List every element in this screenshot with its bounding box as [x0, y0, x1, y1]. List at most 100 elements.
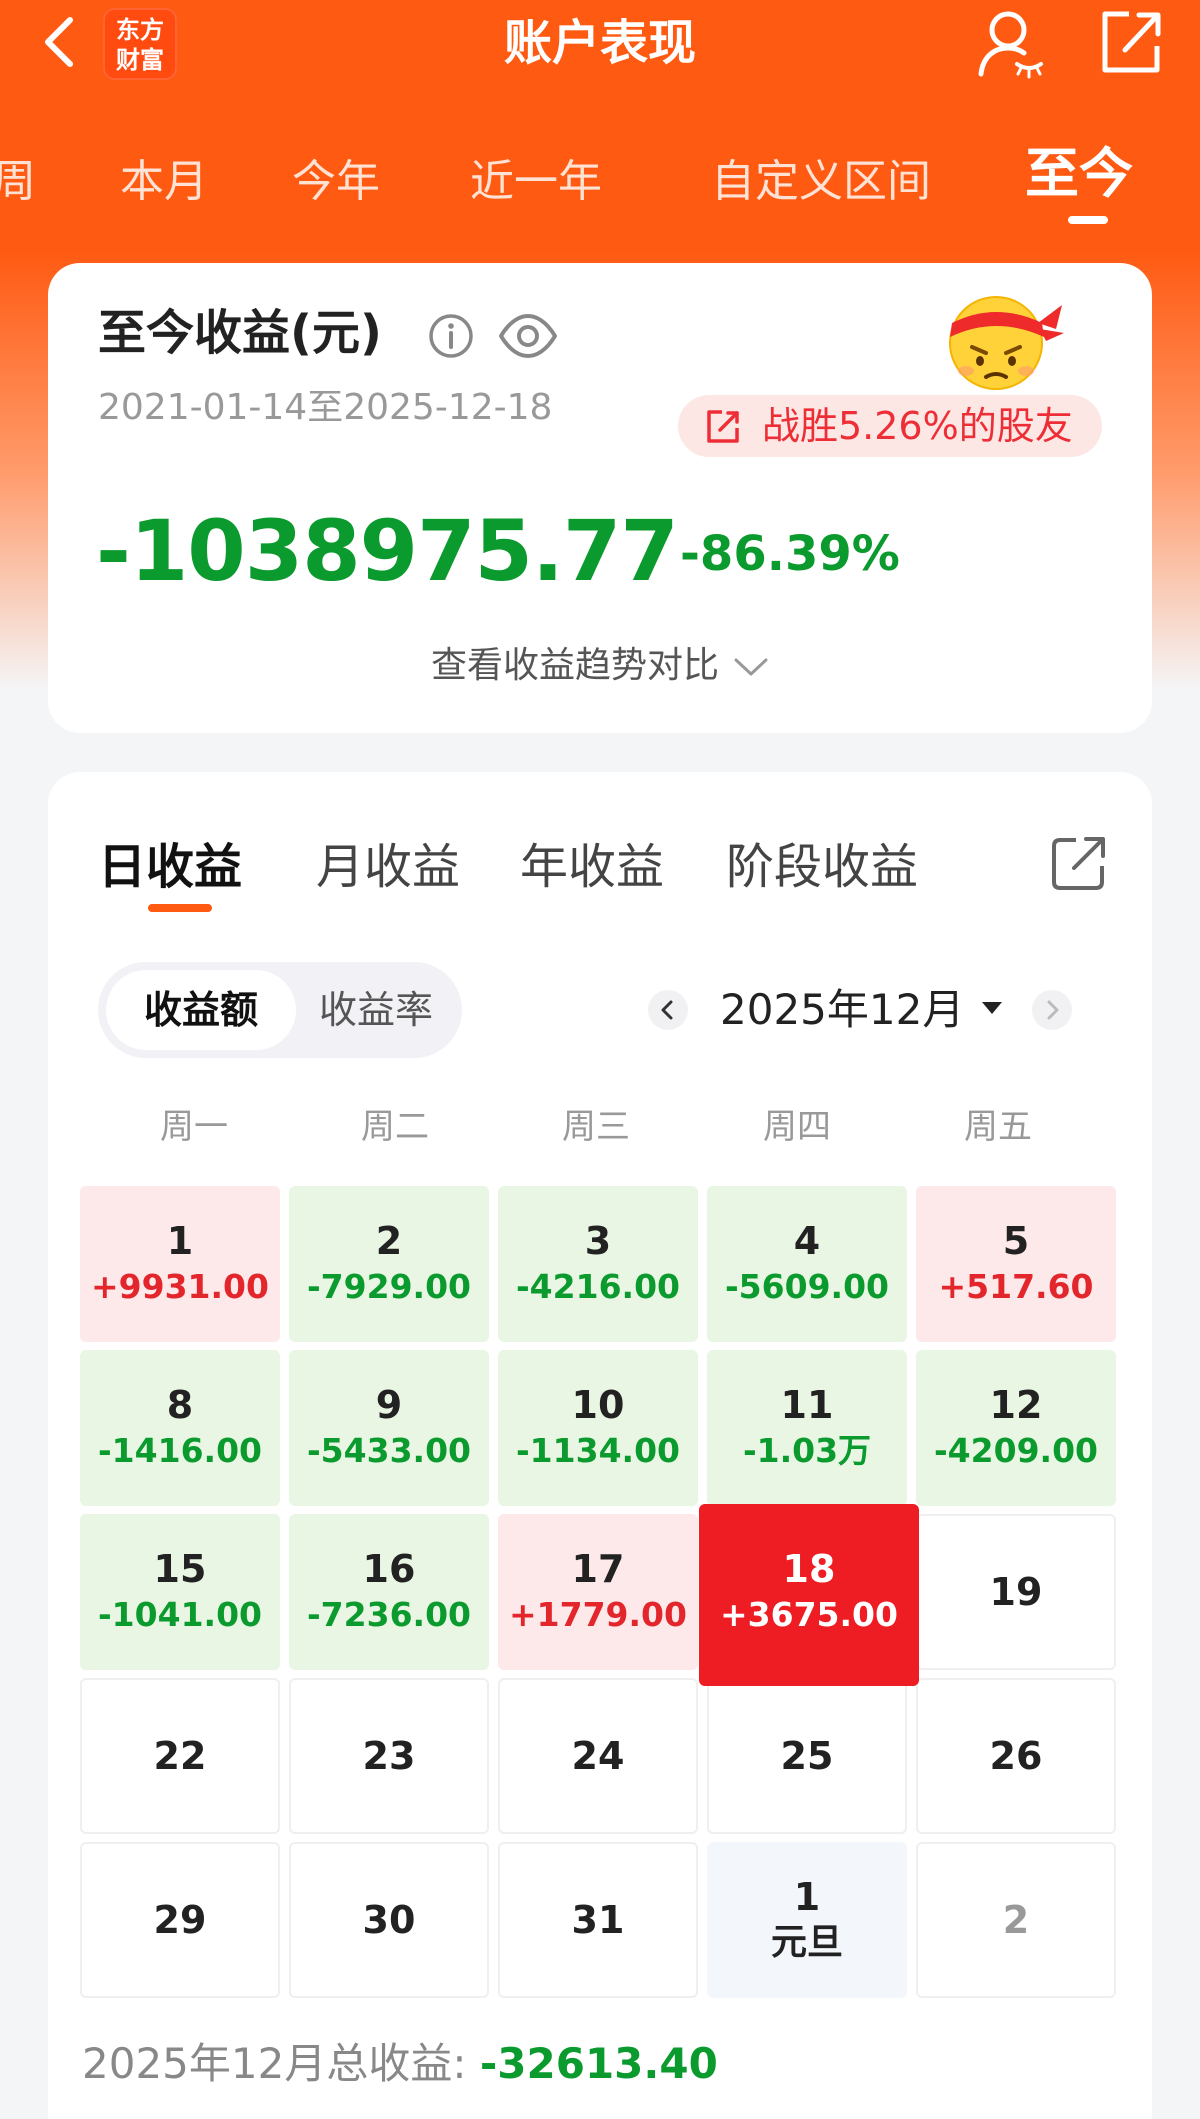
calendar-day-number: 26: [989, 1734, 1043, 1778]
export-button[interactable]: [1048, 832, 1108, 892]
beat-rank-badge[interactable]: 战胜5.26%的股友: [678, 395, 1102, 457]
calendar-day-cell[interactable]: 16 -7236.00: [289, 1514, 489, 1670]
date-range: 2021-01-14至2025-12-18: [98, 387, 553, 428]
calendar-day-cell[interactable]: 11 -1.03万: [707, 1350, 907, 1506]
tab-stage-profit[interactable]: 阶段收益: [726, 832, 918, 902]
calendar-day-cell[interactable]: 25: [707, 1678, 907, 1834]
calendar-day-cell[interactable]: 26: [916, 1678, 1116, 1834]
next-month-button[interactable]: [1032, 990, 1072, 1030]
amount-rate-toggle: 收益额 收益率: [98, 962, 462, 1058]
weekday-header: 周四: [763, 1107, 831, 1147]
calendar-day-cell[interactable]: 18 +3675.00: [699, 1504, 919, 1686]
total-profit-percent: -86.39%: [680, 526, 900, 582]
calendar-day-number: 10: [571, 1383, 625, 1427]
tab-this-month[interactable]: 本月: [120, 152, 208, 212]
calendar-tab-indicator: [148, 904, 212, 912]
calendar-day-number: 12: [989, 1383, 1043, 1427]
calendar-day-profit: -7929.00: [306, 1267, 471, 1306]
calendar-day-profit: -4216.00: [515, 1267, 680, 1306]
user-hidden-icon: [978, 11, 1043, 79]
calendar-day-cell[interactable]: 22: [80, 1678, 280, 1834]
calendar-day-cell[interactable]: 1 元旦: [707, 1842, 907, 1998]
calendar-day-cell[interactable]: 2: [916, 1842, 1116, 1998]
calendar-day-cell[interactable]: 19: [916, 1514, 1116, 1670]
month-selector[interactable]: 2025年12月: [720, 980, 964, 1040]
calendar-day-cell[interactable]: 2 -7929.00: [289, 1186, 489, 1342]
tab-monthly-profit[interactable]: 月收益: [316, 832, 460, 902]
weekday-header: 周五: [964, 1107, 1032, 1147]
calendar-day-cell[interactable]: 31: [498, 1842, 698, 1998]
calendar-day-cell[interactable]: 8 -1416.00: [80, 1350, 280, 1506]
user-privacy-button[interactable]: [975, 6, 1045, 80]
weekday-header: 周三: [562, 1107, 630, 1147]
trend-compare-label: 查看收益趋势对比: [430, 645, 719, 686]
visibility-toggle[interactable]: [498, 311, 558, 361]
calendar-day-cell[interactable]: 1 +9931.00: [80, 1186, 280, 1342]
calendar-day-cell[interactable]: 9 -5433.00: [289, 1350, 489, 1506]
eye-icon: [499, 314, 557, 358]
month-total-label: 2025年12月总收益:: [82, 2039, 480, 2088]
calendar-day-cell[interactable]: 29: [80, 1842, 280, 1998]
tab-last-year[interactable]: 近一年: [470, 152, 602, 212]
calendar-day-number: 15: [153, 1547, 207, 1591]
period-tabs: 周 本月 今年 近一年 自定义区间 至今: [0, 140, 1200, 230]
calendar-day-cell[interactable]: 10 -1134.00: [498, 1350, 698, 1506]
info-icon: [429, 314, 473, 358]
share-icon: [1102, 11, 1161, 73]
calendar-day-profit: +517.60: [938, 1267, 1094, 1306]
calendar-day-number: 3: [584, 1219, 612, 1263]
share-button[interactable]: [1095, 6, 1165, 78]
calendar-day-profit: -4209.00: [933, 1431, 1098, 1470]
calendar-day-number: 24: [571, 1734, 625, 1778]
profit-calendar-card: 日收益 月收益 年收益 阶段收益 收益额 收益率 2025年12月 周一 周二 …: [48, 772, 1152, 2119]
calendar-day-number: 22: [153, 1734, 207, 1778]
holiday-label: 元旦: [770, 1922, 843, 1963]
active-tab-indicator: [1068, 216, 1108, 224]
calendar-day-number: 2: [1002, 1898, 1030, 1942]
mascot-emoji: [938, 283, 1068, 393]
tab-this-year[interactable]: 今年: [292, 152, 380, 212]
calendar-day-profit: -1041.00: [97, 1595, 262, 1634]
calendar-day-cell[interactable]: 4 -5609.00: [707, 1186, 907, 1342]
summary-title: 至今收益(元): [98, 305, 382, 361]
calendar-day-profit: -5433.00: [306, 1431, 471, 1470]
calendar-day-number: 5: [1002, 1219, 1030, 1263]
month-total-value: -32613.40: [479, 2039, 718, 2088]
tab-daily-profit[interactable]: 日收益: [98, 832, 242, 902]
calendar-day-profit: -1134.00: [515, 1431, 680, 1470]
calendar-day-cell[interactable]: 17 +1779.00: [498, 1514, 698, 1670]
calendar-day-profit: +9931.00: [91, 1267, 269, 1306]
trend-compare-link[interactable]: 查看收益趋势对比: [48, 641, 1152, 691]
calendar-day-cell[interactable]: 24: [498, 1678, 698, 1834]
tab-week[interactable]: 周: [0, 152, 36, 212]
calendar-day-number: 25: [780, 1734, 834, 1778]
tab-custom-range[interactable]: 自定义区间: [711, 152, 931, 212]
weekday-header: 周二: [361, 1107, 429, 1147]
calendar-day-number: 23: [362, 1734, 416, 1778]
calendar-day-number: 4: [793, 1219, 821, 1263]
calendar-day-cell[interactable]: 23: [289, 1678, 489, 1834]
calendar-day-number: 8: [166, 1383, 194, 1427]
calendar-day-profit: -5609.00: [724, 1267, 889, 1306]
chevron-left-icon: [661, 1000, 673, 1020]
prev-month-button[interactable]: [648, 990, 688, 1030]
calendar-day-cell[interactable]: 5 +517.60: [916, 1186, 1116, 1342]
toggle-profit-amount[interactable]: 收益额: [106, 970, 296, 1050]
export-icon: [1052, 837, 1105, 890]
toggle-profit-rate[interactable]: 收益率: [296, 970, 456, 1050]
tab-since-inception[interactable]: 至今: [1025, 144, 1133, 204]
calendar-day-cell[interactable]: 15 -1041.00: [80, 1514, 280, 1670]
caret-down-icon[interactable]: [980, 998, 1004, 1020]
info-button[interactable]: [428, 313, 474, 359]
tab-yearly-profit[interactable]: 年收益: [520, 832, 664, 902]
calendar-day-cell[interactable]: 12 -4209.00: [916, 1350, 1116, 1506]
share-small-icon: [707, 410, 739, 443]
calendar-day-number: 9: [375, 1383, 403, 1427]
calendar-day-number: 30: [362, 1898, 416, 1942]
calendar-day-number: 31: [571, 1898, 625, 1942]
calendar-day-number: 1: [793, 1875, 821, 1919]
calendar-day-profit: +1779.00: [509, 1595, 687, 1634]
calendar-day-number: 17: [571, 1547, 625, 1591]
calendar-day-cell[interactable]: 30: [289, 1842, 489, 1998]
calendar-day-cell[interactable]: 3 -4216.00: [498, 1186, 698, 1342]
